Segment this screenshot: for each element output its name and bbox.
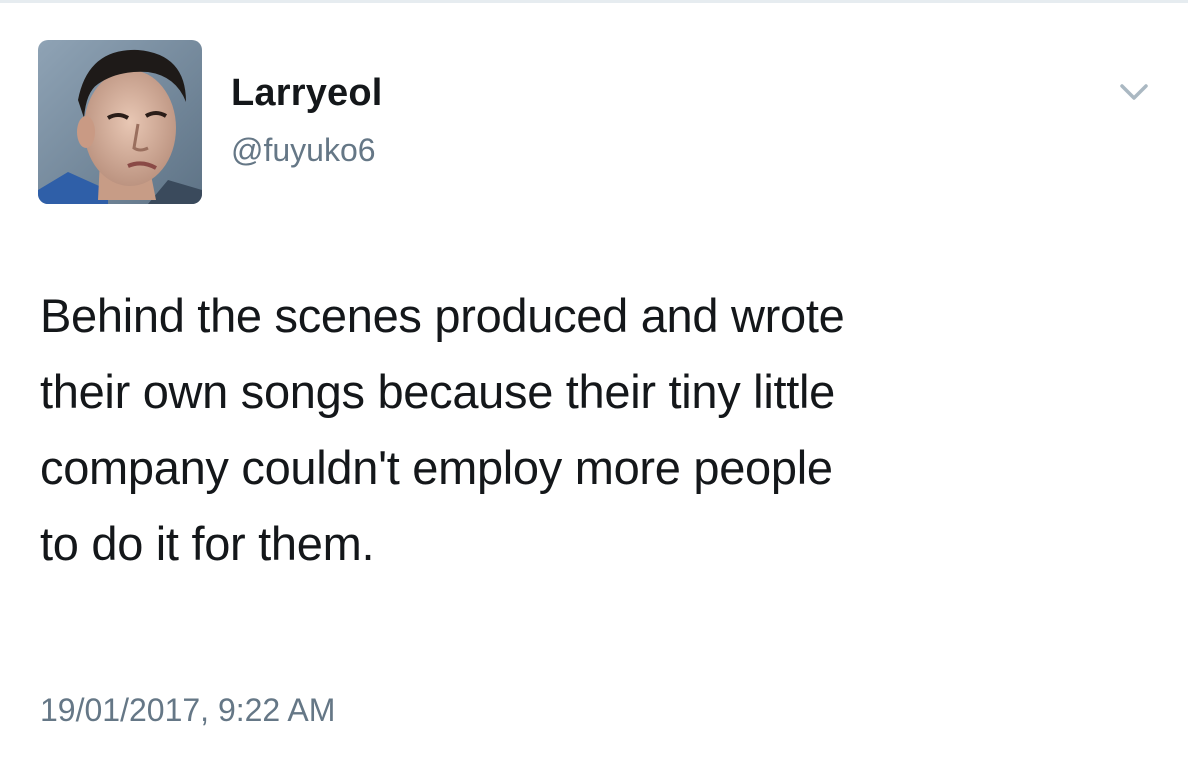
avatar-photo-icon <box>38 40 202 204</box>
chevron-down-icon <box>1120 84 1148 100</box>
tweet-menu-button[interactable] <box>1116 80 1152 104</box>
tweet-text: Behind the scenes produced and wrote the… <box>40 289 845 570</box>
tweet-timestamp[interactable]: 19/01/2017, 9:22 AM <box>40 690 335 730</box>
display-name[interactable]: Larryeol <box>231 70 383 116</box>
avatar[interactable] <box>38 40 202 204</box>
user-handle[interactable]: @fuyuko6 <box>231 130 376 170</box>
tweet-card: Larryeol @fuyuko6 Behind the scenes prod… <box>0 0 1188 772</box>
